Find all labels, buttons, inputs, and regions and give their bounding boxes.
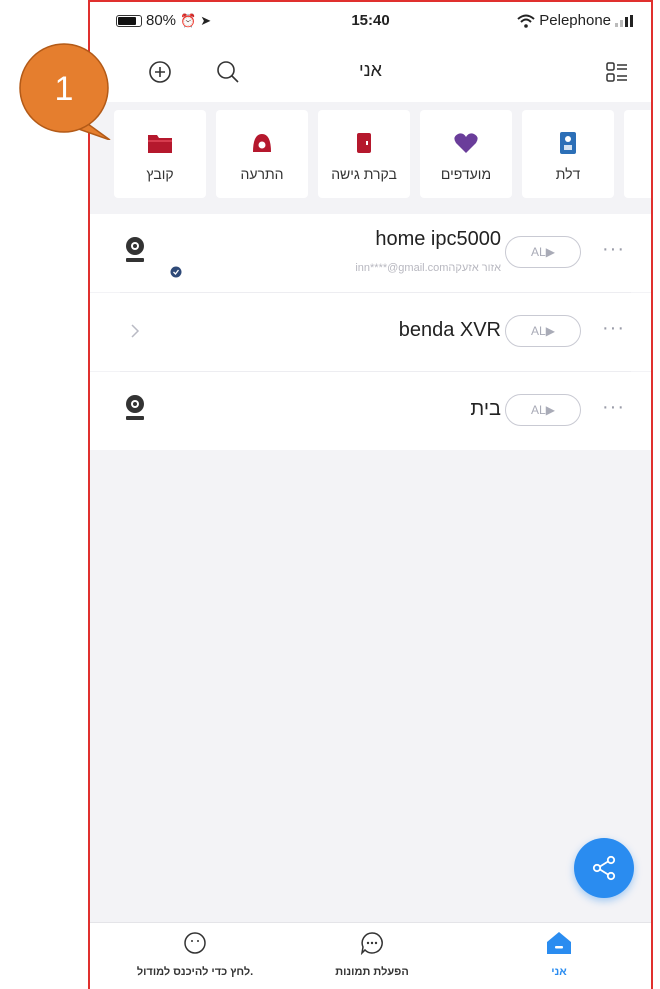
home-icon: [547, 932, 571, 954]
category-partial[interactable]: [624, 110, 651, 198]
tab-label: לחץ כדי להיכנס למודול.: [136, 966, 254, 978]
chat-bubble-icon: [184, 932, 206, 954]
device-name: home ipc5000: [375, 228, 501, 250]
category-access-control[interactable]: בקרת גישה: [318, 110, 410, 198]
chat-dots-icon: [360, 932, 383, 956]
camera-icon: [126, 395, 144, 420]
category-label: קובץ: [146, 166, 174, 182]
alarm-toggle-button[interactable]: AL▶: [505, 236, 581, 268]
callout-number: 1: [55, 70, 74, 108]
category-alert[interactable]: התרעה: [216, 110, 308, 198]
page-title: אני: [359, 60, 382, 80]
tab-label: אני: [551, 966, 567, 978]
category-row: קובץ התרעה בקרת גישה מועדפים דלת: [90, 102, 651, 206]
share-fab-button[interactable]: [574, 838, 634, 898]
folder-icon: [148, 135, 172, 153]
alarm-icon: [253, 134, 271, 152]
category-label: מועדפים: [440, 166, 492, 182]
tab-label: הפעלת תמונות: [335, 966, 409, 978]
phone-screen: 80% ⏰ ➤ 15:40 Pelephone אני קובץ התרעה ב…: [88, 0, 653, 989]
camera-icon: [126, 237, 144, 262]
heart-icon: [454, 133, 478, 153]
device-row[interactable]: benda XVR AL▶ ···: [90, 293, 651, 371]
wifi-icon: [517, 14, 535, 28]
device-row[interactable]: home ipc5000 inn****@gmail.comאזור אזעקה…: [90, 214, 651, 292]
bottom-tab-bar: לחץ כדי להיכנס למודול. הפעלת תמונות אני: [90, 922, 651, 989]
shared-badge-icon: [170, 266, 182, 278]
header-bar: אני: [90, 46, 651, 102]
access-control-icon: [357, 133, 371, 153]
tab-images[interactable]: הפעלת תמונות: [312, 931, 432, 978]
category-label: התרעה: [240, 166, 284, 182]
status-right: Pelephone: [517, 12, 637, 29]
signal-icon: [615, 14, 633, 27]
carrier-name: Pelephone: [539, 12, 611, 29]
door-icon: [560, 132, 576, 154]
chevron-right-icon[interactable]: [130, 323, 140, 339]
device-subtitle: inn****@gmail.comאזור אזעקה: [355, 262, 501, 274]
more-options-button[interactable]: ···: [602, 317, 625, 340]
device-name: בית: [470, 398, 501, 420]
category-door[interactable]: דלת: [522, 110, 614, 198]
alarm-toggle-button[interactable]: AL▶: [505, 394, 581, 426]
more-options-button[interactable]: ···: [602, 238, 625, 261]
alarm-toggle-button[interactable]: AL▶: [505, 315, 581, 347]
category-label: בקרת גישה: [331, 166, 397, 182]
category-favorites[interactable]: מועדפים: [420, 110, 512, 198]
status-bar: 80% ⏰ ➤ 15:40 Pelephone: [90, 2, 651, 46]
more-options-button[interactable]: ···: [602, 396, 625, 419]
tab-module[interactable]: לחץ כדי להיכנס למודול.: [120, 931, 270, 978]
device-name: benda XVR: [398, 319, 501, 341]
callout-badge: 1: [19, 43, 111, 140]
device-row[interactable]: בית AL▶ ···: [90, 372, 651, 450]
tab-me[interactable]: אני: [534, 931, 584, 978]
category-file[interactable]: קובץ: [114, 110, 206, 198]
share-icon: [592, 855, 616, 881]
category-label: דלת: [555, 166, 581, 182]
list-menu-icon[interactable]: [603, 58, 631, 86]
